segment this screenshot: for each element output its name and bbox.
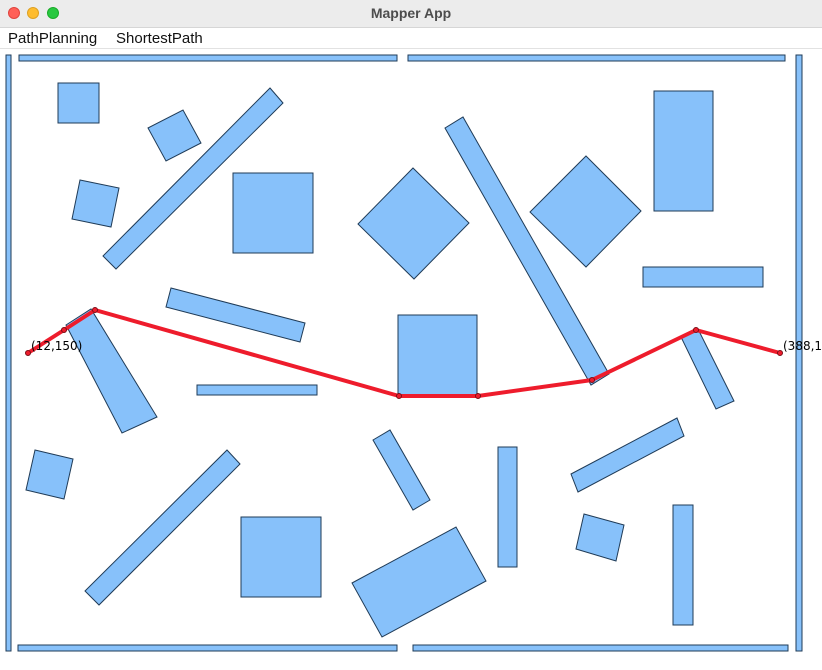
wall-bottom-right [412,644,789,652]
window-title: Mapper App [370,5,452,21]
wall-bottom-left [17,644,398,652]
waypoint [25,350,31,356]
obstacle-thin-bar [196,384,318,396]
start-label: (12,150) [31,339,82,353]
obstacle-vertical-bar-right [672,504,694,626]
obstacle-large-tilted [351,526,487,638]
obstacle-square-lower [240,516,322,598]
obstacle-tilted-small-1 [147,109,202,162]
obstacle-tilted-small-2 [71,179,120,228]
obstacle-tilted-small-4 [575,513,625,562]
obstacle-square-small [57,82,100,124]
map-canvas[interactable]: (12,150) (388,1 [0,49,822,670]
obstacle-diamond-center [357,167,470,280]
obstacle-diamond-right [529,155,642,268]
wall-left [5,54,12,652]
waypoint [777,350,783,356]
obstacle-left-slab [65,308,158,434]
obstacle-diagonal-bar-right [570,417,685,493]
waypoint [475,393,481,399]
menu-shortest-path[interactable]: ShortestPath [116,30,203,47]
title-bar[interactable]: Mapper App [0,0,822,28]
obstacle-long-diagonal-lower [84,449,241,606]
obstacle-horizontal-bar [642,266,764,288]
wall-right [795,54,803,652]
obstacle-right-small-bar [680,328,735,410]
menu-path-planning[interactable]: PathPlanning [8,30,97,47]
obstacle-tilted-small-3 [25,449,74,500]
obstacle-short-diagonal [372,429,431,511]
end-label: (388,1 [783,339,822,353]
waypoint [693,327,699,333]
obstacle-slanted-bar [165,287,306,343]
obstacle-vertical-bar-mid [497,446,518,568]
menu-bar: PathPlanning ShortestPath [0,28,822,49]
waypoint [61,327,67,333]
waypoint [589,377,595,383]
waypoint [396,393,402,399]
obstacle-square-upper [232,172,314,254]
wall-top-right [407,54,786,62]
wall-top-left [18,54,398,62]
obstacle-tall-rect [653,90,714,212]
waypoint [92,307,98,313]
obstacle-center-square [397,314,478,397]
app-window: Mapper App PathPlanning ShortestPath (12… [0,0,822,670]
